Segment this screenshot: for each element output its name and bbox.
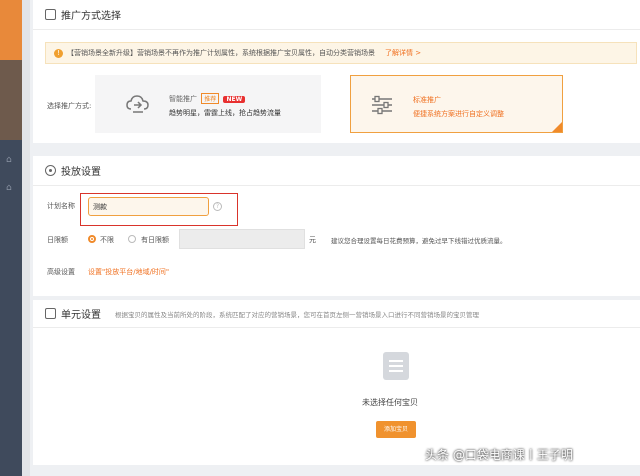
- budget-input[interactable]: [179, 229, 305, 249]
- target-icon: [45, 165, 56, 176]
- selected-corner-mark: [552, 122, 562, 132]
- smart-promo-desc: 趋势明星，雷霆上线，抢占趋势流量: [169, 109, 281, 117]
- help-icon[interactable]: ?: [213, 202, 222, 211]
- currency-unit: 元: [309, 236, 316, 244]
- unit-settings-card: 单元设置 根据宝贝的属性及当前所处的阶段，系统匹配了对应的营销场景，您可在首页左…: [33, 300, 640, 465]
- standard-promo-name: 标准推广: [413, 96, 441, 104]
- radio-unlimited[interactable]: [88, 235, 96, 243]
- sidebar-edge: [22, 0, 30, 476]
- smart-promo-option[interactable]: 智能推广 推荐 NEW 趋势明星，雷霆上线，抢占趋势流量: [95, 75, 321, 133]
- card-header: 单元设置 根据宝贝的属性及当前所处的阶段，系统匹配了对应的营销场景，您可在首页左…: [33, 300, 640, 328]
- home-icon[interactable]: ⌂: [6, 184, 15, 193]
- card-header: 投放设置: [33, 156, 640, 186]
- section-title: 单元设置: [61, 310, 101, 321]
- recommend-tag: 推荐: [201, 93, 220, 104]
- learn-more-link[interactable]: 了解详情 >: [385, 48, 421, 58]
- budget-hint: 建议您合理设置每日花费预算，避免过早下线错过优质流量。: [331, 237, 507, 245]
- promo-method-label: 选择推广方式:: [47, 102, 92, 110]
- document-icon: [45, 9, 56, 20]
- empty-list-icon: [383, 352, 409, 380]
- advanced-label: 高级设置: [47, 268, 75, 276]
- cloud-icon: [126, 95, 149, 113]
- smart-promo-name: 智能推广: [169, 95, 197, 103]
- plan-name-input[interactable]: [88, 197, 209, 216]
- watermark: 头条 @口袋电商课丨王子明: [425, 448, 573, 462]
- section-title: 投放设置: [61, 167, 101, 178]
- advanced-settings-link[interactable]: 设置"投放平台/地域/时间": [88, 267, 169, 277]
- radio-daily-limit-label: 有日限额: [141, 236, 169, 244]
- sidebar-accent: [0, 0, 22, 60]
- left-sidebar: ⌂ ⌂: [0, 0, 22, 476]
- section-title: 推广方式选择: [61, 11, 121, 22]
- standard-promo-desc: 便捷系统方案进行自定义调整: [413, 110, 504, 118]
- radio-daily-limit[interactable]: [128, 235, 136, 243]
- sidebar-block: [0, 60, 22, 140]
- notice-text: 【营销场景全新升级】营销场景不再作为推广计划属性，系统根据推广宝贝属性，自动分类…: [67, 49, 375, 57]
- upgrade-notice: ! 【营销场景全新升级】营销场景不再作为推广计划属性，系统根据推广宝贝属性，自动…: [45, 42, 637, 64]
- radio-unlimited-label: 不限: [100, 236, 114, 244]
- standard-promo-option[interactable]: 标准推广 便捷系统方案进行自定义调整: [350, 75, 563, 133]
- list-icon: [45, 308, 56, 319]
- home-icon[interactable]: ⌂: [6, 156, 15, 165]
- daily-limit-label: 日限额: [47, 236, 68, 244]
- add-item-button[interactable]: 添加宝贝: [376, 421, 416, 438]
- unit-desc: 根据宝贝的属性及当前所处的阶段，系统匹配了对应的营销场景，您可在首页左侧一营销场…: [115, 310, 479, 319]
- plan-name-label: 计划名称: [47, 202, 75, 210]
- new-badge: NEW: [223, 96, 246, 103]
- sliders-icon: [372, 95, 392, 115]
- empty-state-text: 未选择任何宝贝: [362, 398, 418, 407]
- card-header: 推广方式选择: [33, 0, 640, 30]
- warning-icon: !: [54, 48, 63, 58]
- smart-promo-title: 智能推广 推荐 NEW: [169, 93, 246, 104]
